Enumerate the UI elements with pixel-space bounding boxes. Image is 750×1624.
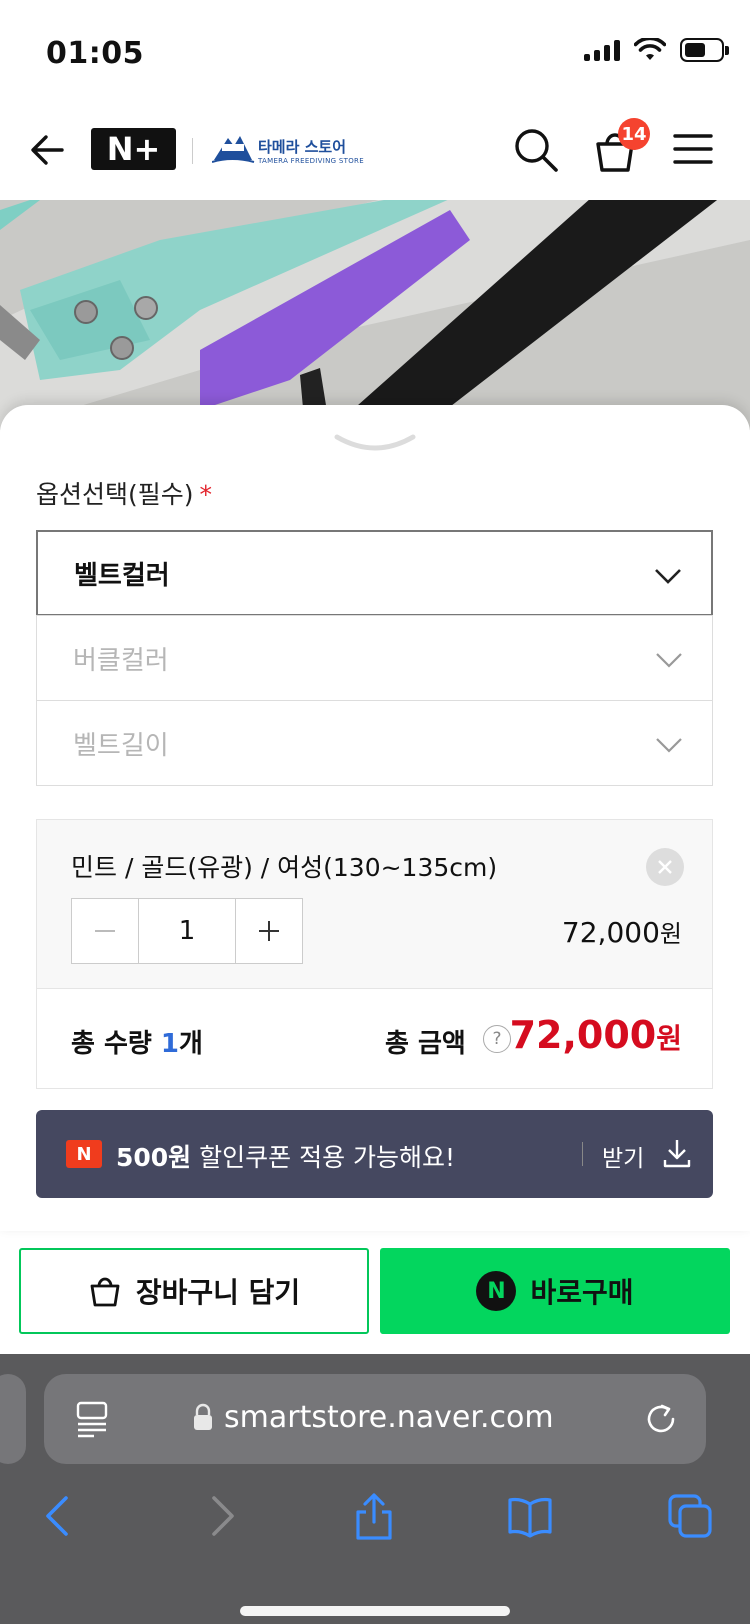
tabs-icon[interactable] [666,1492,714,1540]
address-bar[interactable]: smartstore.naver.com [44,1374,706,1464]
shopping-bag-icon [90,1277,120,1307]
total-quantity: 총 수량 1개 [71,1023,203,1060]
required-mark: * [199,480,213,509]
home-indicator [240,1606,510,1616]
coupon-divider [582,1142,583,1166]
menu-icon[interactable] [673,132,713,166]
status-bar: 01:05 [0,0,750,100]
chevron-down-icon [656,653,682,668]
search-icon[interactable] [512,126,560,174]
option-sheet: 옵션선택(필수) * 벨트컬러 버클컬러 벨트길이 민트 / 골드(유광) / 여… [0,405,750,1231]
back-arrow-icon[interactable] [28,128,68,172]
select-belt-length[interactable]: 벨트길이 [36,700,713,786]
select-label: 버클컬러 [73,645,169,676]
select-belt-color[interactable]: 벨트컬러 [36,530,713,616]
minus-icon [95,930,115,932]
store-name[interactable]: 타메라 스토어 [258,136,346,157]
wifi-icon [634,38,666,60]
add-to-cart-label: 장바구니 담기 [135,1276,301,1309]
selected-option-name: 민트 / 골드(유광) / 여성(130~135cm) [71,853,498,882]
total-quantity-prefix: 총 수량 [71,1029,161,1059]
quantity-value[interactable]: 1 [138,899,236,963]
coupon-message-text: 할인쿠폰 적용 가능해요! [191,1143,456,1172]
quantity-stepper: 1 [71,898,303,964]
option-title-text: 옵션선택(필수) [36,480,194,509]
status-icons [584,38,729,62]
currency-label: 원 [659,920,682,948]
coupon-banner[interactable]: N 500원 할인쿠폰 적용 가능해요! 받기 [36,1110,713,1198]
download-icon[interactable] [662,1138,692,1168]
battery-icon [680,38,729,62]
product-image [0,200,750,430]
signal-icon [584,39,620,61]
select-buckle-color[interactable]: 버클컬러 [36,615,713,701]
coupon-get-button[interactable]: 받기 [602,1139,644,1173]
previous-tab[interactable] [0,1374,26,1464]
help-icon[interactable]: ? [483,1025,511,1053]
lock-icon [194,1403,212,1430]
price-value: 72,000 [561,916,660,949]
selected-option-price: 72,000원 [562,914,682,949]
buy-now-button[interactable]: N 바로구매 [380,1248,730,1334]
reload-icon[interactable] [642,1400,680,1438]
cart-count-badge: 14 [618,118,650,150]
total-currency: 원 [656,1022,682,1055]
back-icon[interactable] [36,1492,84,1540]
status-time: 01:05 [46,36,144,71]
naver-plus-logo[interactable]: N+ [91,128,176,170]
selected-option-item: 민트 / 골드(유광) / 여성(130~135cm) 1 72,000원 [36,819,713,989]
chevron-down-icon [655,569,681,584]
remove-option-button[interactable] [646,848,684,886]
plus-icon [259,921,279,941]
share-icon[interactable] [350,1492,398,1540]
total-amount-value: 72,000 [509,1013,657,1057]
belt-photo [0,200,750,430]
total-amount: 72,000원 [510,1013,682,1057]
decrease-quantity-button[interactable] [72,899,138,963]
store-subtitle: TAMERA FREEDIVING STORE [258,157,364,165]
select-label: 벨트컬러 [74,560,170,591]
coupon-message: 500원 할인쿠폰 적용 가능해요! [116,1138,455,1174]
total-quantity-number: 1 [160,1029,179,1059]
forward-icon[interactable] [196,1492,244,1540]
store-header: N+ 타메라 스토어 TAMERA FREEDIVING STORE 14 [0,100,750,200]
select-label: 벨트길이 [73,730,169,761]
reader-mode-icon[interactable] [74,1400,110,1438]
option-title: 옵션선택(필수) * [36,475,212,511]
total-amount-label: 총 금액 [385,1029,466,1059]
coupon-amount: 500원 [116,1143,192,1172]
url-text[interactable]: smartstore.naver.com [224,1400,554,1435]
order-total: 총 수량 1개 총 금액 ? 72,000원 [36,989,713,1089]
close-icon [658,860,672,874]
header-divider [192,138,193,164]
collapse-chevron-icon[interactable] [333,431,417,455]
total-quantity-suffix: 개 [178,1029,203,1059]
browser-toolbar: smartstore.naver.com [0,1354,750,1624]
naver-pay-icon: N [476,1271,517,1311]
add-to-cart-button[interactable]: 장바구니 담기 [19,1248,369,1334]
coupon-n-icon: N [66,1140,102,1168]
bookmarks-icon[interactable] [506,1492,554,1540]
chevron-down-icon [656,738,682,753]
increase-quantity-button[interactable] [236,899,302,963]
buy-now-label: 바로구매 [530,1276,634,1309]
